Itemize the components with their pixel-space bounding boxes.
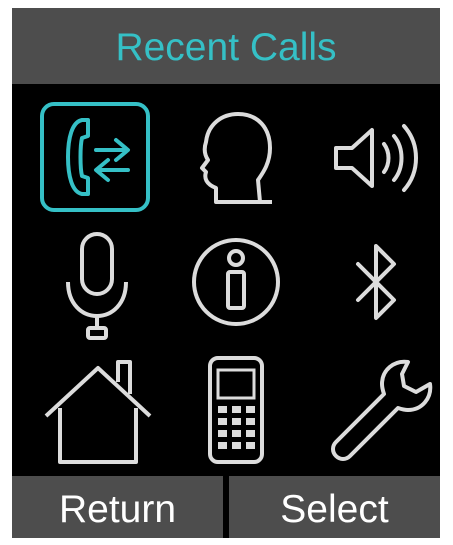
phone-screen: Recent Calls Return Select xyxy=(12,8,440,538)
home-icon xyxy=(44,360,152,464)
microphone-icon xyxy=(66,232,128,340)
page-title: Recent Calls xyxy=(115,25,337,69)
return-button[interactable]: Return xyxy=(12,476,223,538)
bluetooth-icon xyxy=(356,244,396,320)
menu-item-settings[interactable] xyxy=(318,348,438,468)
softkey-bar: Return Select xyxy=(12,476,440,538)
handset-phone-icon xyxy=(208,356,264,464)
contact-profile-icon xyxy=(200,112,272,204)
menu-item-sound[interactable] xyxy=(318,98,438,218)
title-bar: Recent Calls xyxy=(12,8,440,84)
menu-item-home[interactable] xyxy=(38,348,158,468)
menu-item-info[interactable] xyxy=(176,224,296,344)
menu-item-recent-calls[interactable] xyxy=(38,98,158,218)
menu-item-contacts[interactable] xyxy=(176,98,296,218)
menu-grid xyxy=(12,84,440,468)
select-button[interactable]: Select xyxy=(229,476,440,538)
menu-item-handset[interactable] xyxy=(176,348,296,468)
call-transfer-icon xyxy=(40,102,150,212)
menu-item-microphone[interactable] xyxy=(38,224,158,344)
return-button-label: Return xyxy=(58,487,177,531)
info-icon xyxy=(192,238,280,326)
wrench-settings-icon xyxy=(331,359,433,461)
menu-item-bluetooth[interactable] xyxy=(318,224,438,344)
speaker-volume-icon xyxy=(334,124,418,192)
select-button-label: Select xyxy=(280,487,389,531)
